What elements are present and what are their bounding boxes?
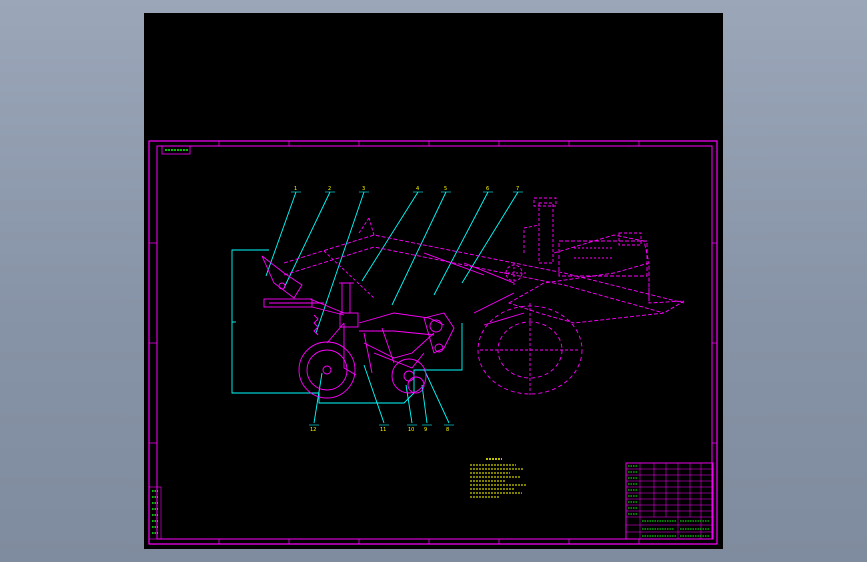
balloon-11: 11 — [380, 427, 386, 433]
balloon-7: 7 — [516, 186, 519, 192]
balloon-6: 6 — [486, 186, 489, 192]
inner-frame — [156, 145, 713, 540]
balloon-4: 4 — [416, 186, 419, 192]
balloon-9: 9 — [424, 427, 427, 433]
cad-drawing-svg: 1 2 3 4 5 6 7 12 11 10 9 8 — [148, 140, 718, 545]
balloon-5: 5 — [444, 186, 447, 192]
leader-outline — [231, 191, 519, 424]
balloon-3: 3 — [362, 186, 365, 192]
technical-notes — [470, 458, 526, 498]
balloon-2: 2 — [328, 186, 331, 192]
balloon-1: 1 — [294, 186, 297, 192]
title-block — [625, 462, 714, 540]
drawing-viewport[interactable]: 1 2 3 4 5 6 7 12 11 10 9 8 — [144, 13, 723, 549]
engine-block-icon — [558, 240, 648, 277]
planter-machine — [261, 197, 685, 399]
balloon-8: 8 — [446, 427, 449, 433]
balloon-12: 12 — [310, 427, 316, 433]
balloon-10: 10 — [408, 427, 414, 433]
revision-strip — [148, 486, 162, 540]
